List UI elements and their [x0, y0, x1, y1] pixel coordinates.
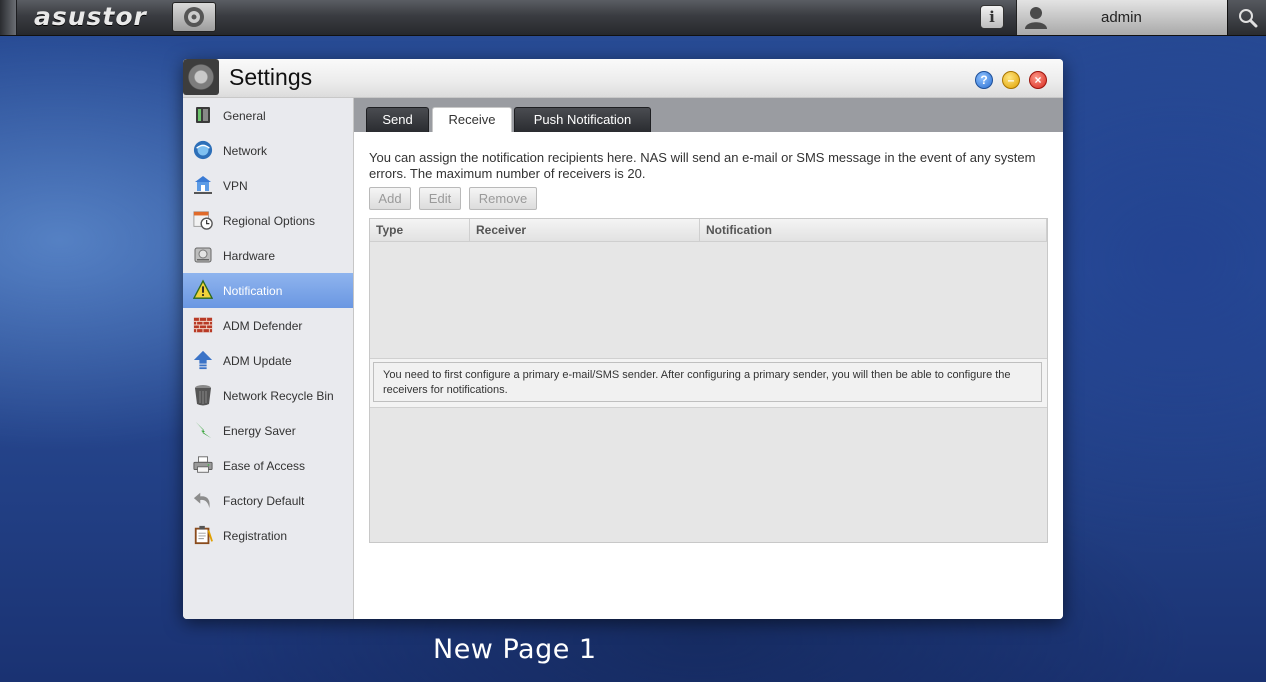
- sidebar-item-general[interactable]: General: [183, 98, 353, 133]
- column-header-receiver[interactable]: Receiver: [470, 219, 700, 241]
- vpn-icon: [193, 175, 213, 195]
- sidebar-item-registration[interactable]: Registration: [183, 518, 353, 553]
- trash-can-icon: [193, 385, 213, 406]
- printer-icon: [193, 455, 213, 475]
- search-button[interactable]: [1227, 0, 1266, 35]
- sidebar-item-adm-defender[interactable]: ADM Defender: [183, 308, 353, 343]
- sidebar-item-network-recycle-bin[interactable]: Network Recycle Bin: [183, 378, 353, 413]
- server-icon: [193, 105, 213, 125]
- sidebar-item-ease-of-access[interactable]: Ease of Access: [183, 448, 353, 483]
- clipboard-icon: [193, 525, 213, 545]
- up-arrow-icon: [193, 350, 213, 370]
- info-button[interactable]: i: [980, 5, 1004, 29]
- hard-drive-icon: [193, 245, 213, 265]
- sidebar-item-network[interactable]: Network: [183, 133, 353, 168]
- sidebar-item-notification[interactable]: Notification: [183, 273, 353, 308]
- help-button[interactable]: ?: [975, 71, 993, 89]
- settings-app-shortcut[interactable]: [172, 2, 216, 32]
- asustor-logo: asustor: [34, 2, 147, 31]
- sidebar-item-regional-options[interactable]: Regional Options: [183, 203, 353, 238]
- settings-sidebar: General Network VPN Regional Options Har…: [183, 98, 354, 619]
- firewall-icon: [193, 315, 213, 335]
- search-icon: [1238, 8, 1257, 27]
- close-button[interactable]: ×: [1029, 71, 1047, 89]
- sidebar-item-vpn[interactable]: VPN: [183, 168, 353, 203]
- tab-strip: Send Receive Push Notification: [354, 98, 1063, 132]
- warning-icon: [193, 279, 213, 300]
- column-header-notification[interactable]: Notification: [700, 219, 1047, 241]
- sidebar-item-hardware[interactable]: Hardware: [183, 238, 353, 273]
- globe-icon: [193, 140, 213, 160]
- receivers-description: You can assign the notification recipien…: [369, 150, 1036, 181]
- user-menu[interactable]: admin: [1016, 0, 1227, 35]
- receivers-table: Type Receiver Notification You need to f…: [369, 218, 1048, 543]
- gear-icon: [184, 7, 204, 27]
- undo-icon: [193, 490, 213, 510]
- top-bar: asustor i admin: [0, 0, 1266, 36]
- lightning-icon: [193, 420, 213, 440]
- edit-button[interactable]: Edit: [419, 187, 461, 210]
- calendar-clock-icon: [193, 210, 213, 230]
- settings-gear-icon: [183, 59, 219, 95]
- page-caption: New Page 1: [433, 634, 597, 665]
- empty-table-message-row: You need to first configure a primary e-…: [370, 358, 1047, 408]
- user-avatar-icon: [1025, 7, 1047, 29]
- dock-handle[interactable]: [0, 0, 17, 35]
- remove-button[interactable]: Remove: [469, 187, 537, 210]
- sidebar-item-energy-saver[interactable]: Energy Saver: [183, 413, 353, 448]
- configure-sender-message: You need to first configure a primary e-…: [373, 362, 1042, 402]
- settings-content: Send Receive Push Notification You can a…: [354, 98, 1063, 619]
- minimize-button[interactable]: –: [1002, 71, 1020, 89]
- tab-receive[interactable]: Receive: [432, 107, 512, 132]
- window-titlebar[interactable]: Settings ? – ×: [183, 59, 1063, 98]
- tab-push-notification[interactable]: Push Notification: [514, 107, 651, 132]
- sidebar-item-adm-update[interactable]: ADM Update: [183, 343, 353, 378]
- tab-send[interactable]: Send: [366, 107, 429, 132]
- add-button[interactable]: Add: [369, 187, 411, 210]
- window-title: Settings: [229, 64, 313, 90]
- user-name: admin: [1101, 9, 1142, 26]
- sidebar-item-factory-default[interactable]: Factory Default: [183, 483, 353, 518]
- table-header: Type Receiver Notification: [370, 219, 1047, 242]
- column-header-type[interactable]: Type: [370, 219, 470, 241]
- settings-window: Settings ? – × General Network VPN Regio…: [183, 59, 1063, 619]
